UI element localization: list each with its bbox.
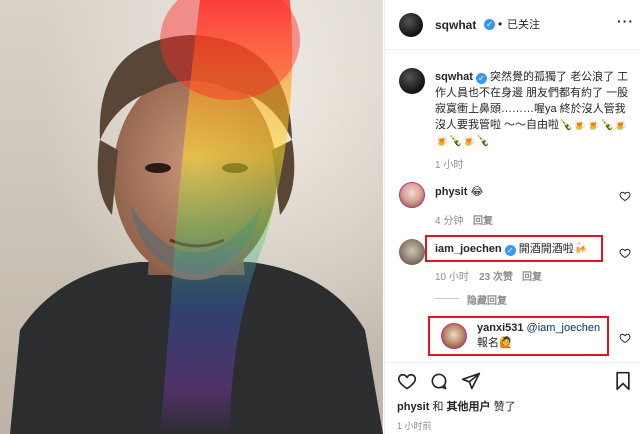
like-heart-icon[interactable] [397, 371, 417, 391]
caption-time[interactable]: 1 小时 [435, 156, 463, 171]
comment-username[interactable]: iam_joechen [435, 243, 502, 255]
caption-username[interactable]: sqwhat [435, 71, 473, 83]
reply-username[interactable]: yanxi531 [477, 322, 523, 334]
post-photo[interactable] [0, 0, 383, 434]
reply-mention[interactable]: @iam_joechen [527, 322, 601, 334]
likes-liked: 赞了 [493, 401, 516, 413]
likes-and: 和 [432, 401, 444, 413]
photo-subject [10, 0, 383, 434]
comment-avatar-physit[interactable] [399, 182, 425, 208]
reply-avatar-yanxi531[interactable] [441, 323, 467, 349]
hide-replies-button[interactable]: 隐藏回复 [467, 292, 507, 307]
author-username[interactable]: sqwhat [435, 18, 476, 32]
comment-text: 開酒開酒啦🍻 [518, 243, 588, 255]
like-comment-heart-icon[interactable] [619, 190, 631, 202]
separator-dot: • [498, 17, 503, 31]
comment-likes[interactable]: 23 次赞 [479, 268, 513, 283]
post-time[interactable]: 1 小时前 [397, 419, 432, 432]
verified-icon: ✓ [484, 19, 495, 30]
reply-yanxi531: yanxi531 @iam_joechen 報名🙋 [477, 321, 607, 351]
reply-button[interactable]: 回复 [473, 212, 493, 227]
verified-icon: ✓ [504, 245, 516, 256]
comment-text: 😂 [470, 186, 484, 198]
likes-others[interactable]: 其他用户 [447, 401, 491, 413]
save-bookmark-icon[interactable] [613, 370, 633, 392]
comment-time[interactable]: 10 小时 [435, 268, 469, 283]
liker-username[interactable]: physit [397, 401, 429, 413]
replies-divider [435, 298, 459, 299]
comment-icon[interactable] [429, 371, 449, 391]
more-options-icon[interactable]: ··· [617, 13, 634, 29]
reply-button[interactable]: 回复 [522, 268, 542, 283]
post-header: sqwhat ✓ • 已关注 ··· [385, 0, 640, 50]
reply-text: 報名🙋 [477, 337, 513, 349]
follow-status[interactable]: 已关注 [507, 17, 540, 33]
comment-avatar-joechen[interactable] [399, 239, 425, 265]
likes-summary: physit 和 其他用户 赞了 [397, 399, 516, 415]
caption: sqwhat ✓ 突然覺的孤獨了 老公浪了 工作人員也不在身邊 朋友們都有約了 … [435, 69, 631, 149]
like-comment-heart-icon[interactable] [619, 247, 631, 259]
comment-time[interactable]: 4 分钟 [435, 212, 463, 227]
caption-avatar[interactable] [399, 68, 425, 94]
post-side-panel: sqwhat ✓ • 已关注 ··· sqwhat ✓ 突然覺的孤獨了 老公浪了… [384, 0, 640, 434]
verified-icon: ✓ [475, 73, 487, 84]
post-actions: physit 和 其他用户 赞了 1 小时前 [385, 362, 640, 434]
comment-joechen: iam_joechen ✓ 開酒開酒啦🍻 [435, 241, 587, 257]
share-icon[interactable] [461, 371, 481, 391]
author-avatar[interactable] [399, 13, 423, 37]
comment-username[interactable]: physit [435, 186, 467, 198]
comment-physit: physit 😂 [435, 184, 483, 200]
like-reply-heart-icon[interactable] [619, 332, 631, 344]
